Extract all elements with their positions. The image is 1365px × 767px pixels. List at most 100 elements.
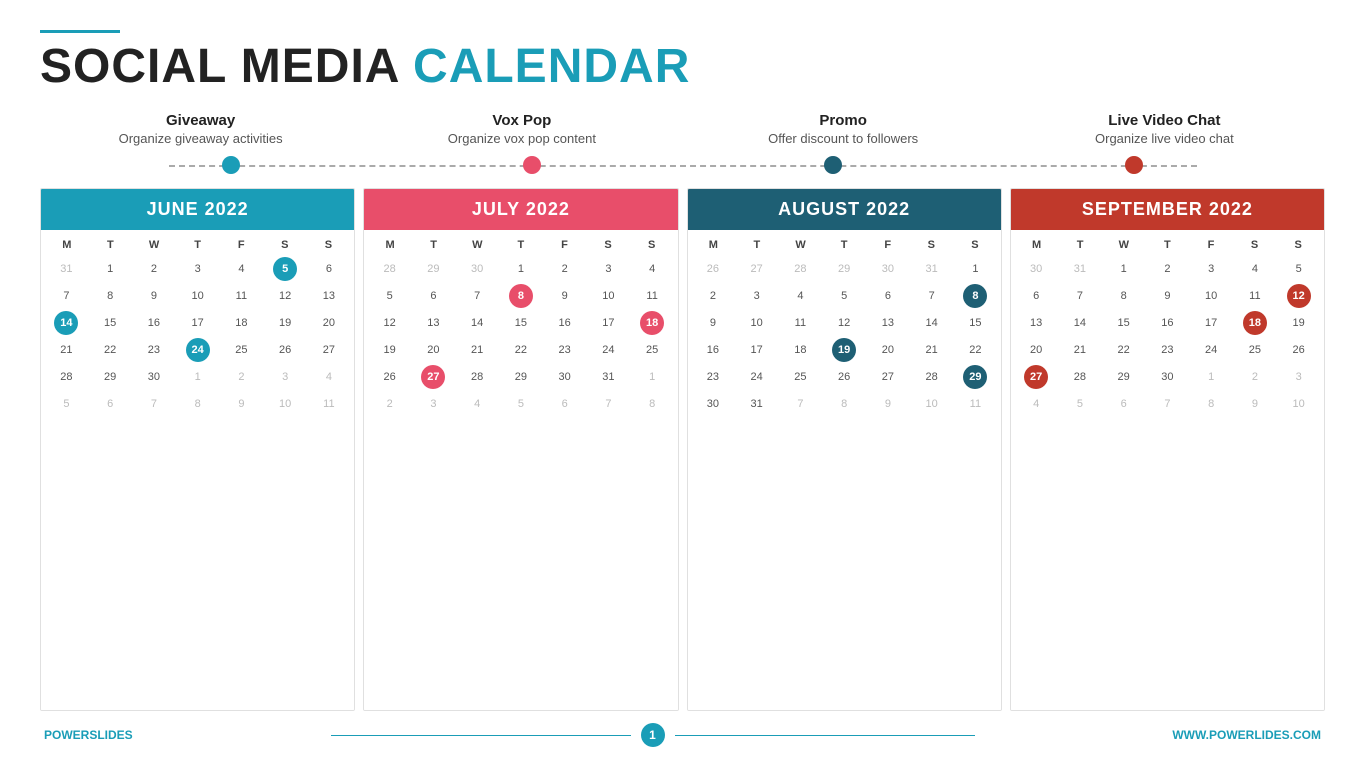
cal-cell: 24 bbox=[186, 338, 210, 362]
footer: POWERSLIDES 1 WWW.POWERLIDES.COM bbox=[40, 723, 1325, 747]
cal-cell: 4 bbox=[647, 257, 657, 281]
day-name: T bbox=[176, 236, 220, 254]
cal-cell: 29 bbox=[513, 365, 529, 389]
category-desc-livechat: Organize live video chat bbox=[1004, 131, 1325, 146]
page: SOCIAL MEDIA CALENDAR Giveaway Organize … bbox=[0, 0, 1365, 767]
category-title-livechat: Live Video Chat bbox=[1004, 112, 1325, 129]
cal-cell: 7 bbox=[472, 284, 482, 308]
cal-cell: 2 bbox=[560, 257, 570, 281]
day-name: T bbox=[412, 236, 456, 254]
cal-cell: 17 bbox=[190, 311, 206, 335]
cal-cell: 31 bbox=[924, 257, 940, 281]
day-name: T bbox=[499, 236, 543, 254]
footer-page-badge: 1 bbox=[641, 723, 665, 747]
cal-cell: 15 bbox=[513, 311, 529, 335]
cal-cell: 16 bbox=[705, 338, 721, 362]
cal-cell: 8 bbox=[105, 284, 115, 308]
day-name: M bbox=[692, 236, 736, 254]
cal-cell: 16 bbox=[557, 311, 573, 335]
day-name: W bbox=[455, 236, 499, 254]
cal-cell: 12 bbox=[836, 311, 852, 335]
cal-cell: 8 bbox=[839, 392, 849, 416]
cal-cell: 8 bbox=[1206, 392, 1216, 416]
cal-cell: 31 bbox=[58, 257, 74, 281]
cal-cell: 3 bbox=[603, 257, 613, 281]
cal-cell: 23 bbox=[1159, 338, 1175, 362]
calendar-body-0: MTWTFSS311234567891011121314151617181920… bbox=[41, 230, 354, 710]
day-name: F bbox=[543, 236, 587, 254]
cal-cell: 24 bbox=[1203, 338, 1219, 362]
cal-cell: 2 bbox=[149, 257, 159, 281]
cal-cell: 1 bbox=[1119, 257, 1129, 281]
cal-cell: 18 bbox=[1243, 311, 1267, 335]
day-name: M bbox=[1015, 236, 1059, 254]
cal-cell: 26 bbox=[382, 365, 398, 389]
header: SOCIAL MEDIA CALENDAR bbox=[40, 30, 1325, 94]
cal-cell: 28 bbox=[469, 365, 485, 389]
cal-cell: 5 bbox=[273, 257, 297, 281]
day-name: S bbox=[1276, 236, 1320, 254]
cal-cell: 30 bbox=[146, 365, 162, 389]
footer-line-left bbox=[331, 735, 631, 736]
cal-cell: 1 bbox=[193, 365, 203, 389]
cal-cell: 28 bbox=[1072, 365, 1088, 389]
cal-cell: 4 bbox=[795, 284, 805, 308]
cal-cell: 21 bbox=[469, 338, 485, 362]
cal-cell: 4 bbox=[1250, 257, 1260, 281]
cal-cell: 10 bbox=[1291, 392, 1307, 416]
cal-cell: 6 bbox=[560, 392, 570, 416]
cal-cell: 11 bbox=[644, 284, 659, 308]
cal-cell: 7 bbox=[149, 392, 159, 416]
cal-cell: 10 bbox=[600, 284, 616, 308]
cal-cell: 11 bbox=[968, 392, 983, 416]
cal-cell: 2 bbox=[1250, 365, 1260, 389]
cal-cell: 30 bbox=[1159, 365, 1175, 389]
cal-cell: 6 bbox=[428, 284, 438, 308]
category-giveaway: Giveaway Organize giveaway activities bbox=[40, 112, 361, 146]
cal-cell: 26 bbox=[277, 338, 293, 362]
cal-cell: 1 bbox=[516, 257, 526, 281]
calendar-body-3: MTWTFSS303112345678910111213141516171819… bbox=[1011, 230, 1324, 710]
category-desc-promo: Offer discount to followers bbox=[683, 131, 1004, 146]
cal-cell: 4 bbox=[236, 257, 246, 281]
cal-cell: 23 bbox=[705, 365, 721, 389]
day-name: M bbox=[45, 236, 89, 254]
cal-cell: 17 bbox=[1203, 311, 1219, 335]
cal-cell: 20 bbox=[880, 338, 896, 362]
cal-cell: 24 bbox=[600, 338, 616, 362]
day-name: T bbox=[1058, 236, 1102, 254]
cal-cell: 18 bbox=[233, 311, 249, 335]
cal-cell: 2 bbox=[385, 392, 395, 416]
cal-cell: 6 bbox=[1119, 392, 1129, 416]
cal-cell: 24 bbox=[749, 365, 765, 389]
cal-cell: 3 bbox=[428, 392, 438, 416]
calendar-body-1: MTWTFSS282930123456789101112131415161718… bbox=[364, 230, 677, 710]
cal-cell: 21 bbox=[58, 338, 74, 362]
cal-cell: 15 bbox=[967, 311, 983, 335]
cal-cell: 6 bbox=[324, 257, 334, 281]
cal-cell: 22 bbox=[967, 338, 983, 362]
day-name: F bbox=[866, 236, 910, 254]
cal-cell: 3 bbox=[193, 257, 203, 281]
cal-cell: 11 bbox=[793, 311, 808, 335]
cal-cell: 6 bbox=[105, 392, 115, 416]
cal-cell: 29 bbox=[963, 365, 987, 389]
cal-cell: 18 bbox=[792, 338, 808, 362]
cal-cell: 25 bbox=[644, 338, 660, 362]
cal-cell: 1 bbox=[647, 365, 657, 389]
cal-cell: 3 bbox=[1206, 257, 1216, 281]
cal-cell: 29 bbox=[836, 257, 852, 281]
cal-cell: 7 bbox=[927, 284, 937, 308]
day-name: S bbox=[1233, 236, 1277, 254]
timeline-dot-4 bbox=[1125, 156, 1143, 174]
cal-cell: 8 bbox=[509, 284, 533, 308]
cal-cell: 28 bbox=[924, 365, 940, 389]
category-desc-giveaway: Organize giveaway activities bbox=[40, 131, 361, 146]
cal-cell: 7 bbox=[1162, 392, 1172, 416]
cal-cell: 6 bbox=[1031, 284, 1041, 308]
cal-cell: 3 bbox=[280, 365, 290, 389]
cal-cell: 12 bbox=[382, 311, 398, 335]
cal-cell: 17 bbox=[749, 338, 765, 362]
cal-cell: 5 bbox=[61, 392, 71, 416]
day-name: T bbox=[735, 236, 779, 254]
